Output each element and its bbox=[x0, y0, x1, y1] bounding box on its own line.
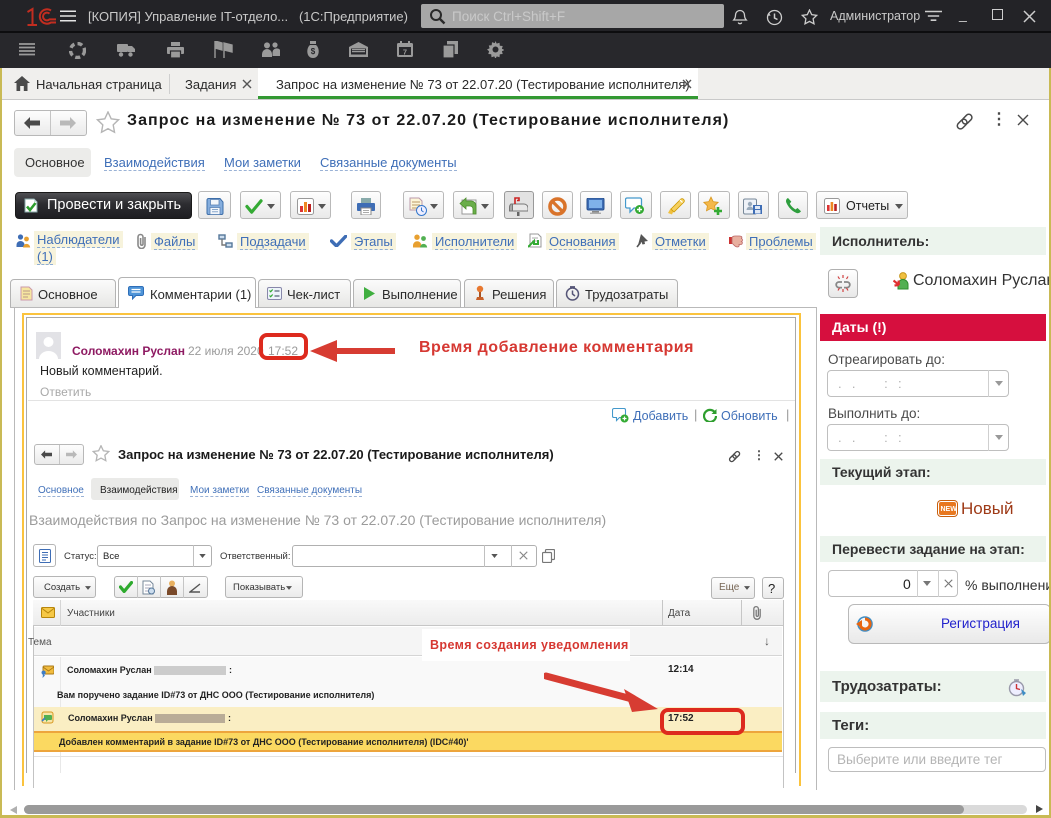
svg-text:7: 7 bbox=[403, 48, 407, 57]
svg-text:$: $ bbox=[311, 47, 316, 56]
